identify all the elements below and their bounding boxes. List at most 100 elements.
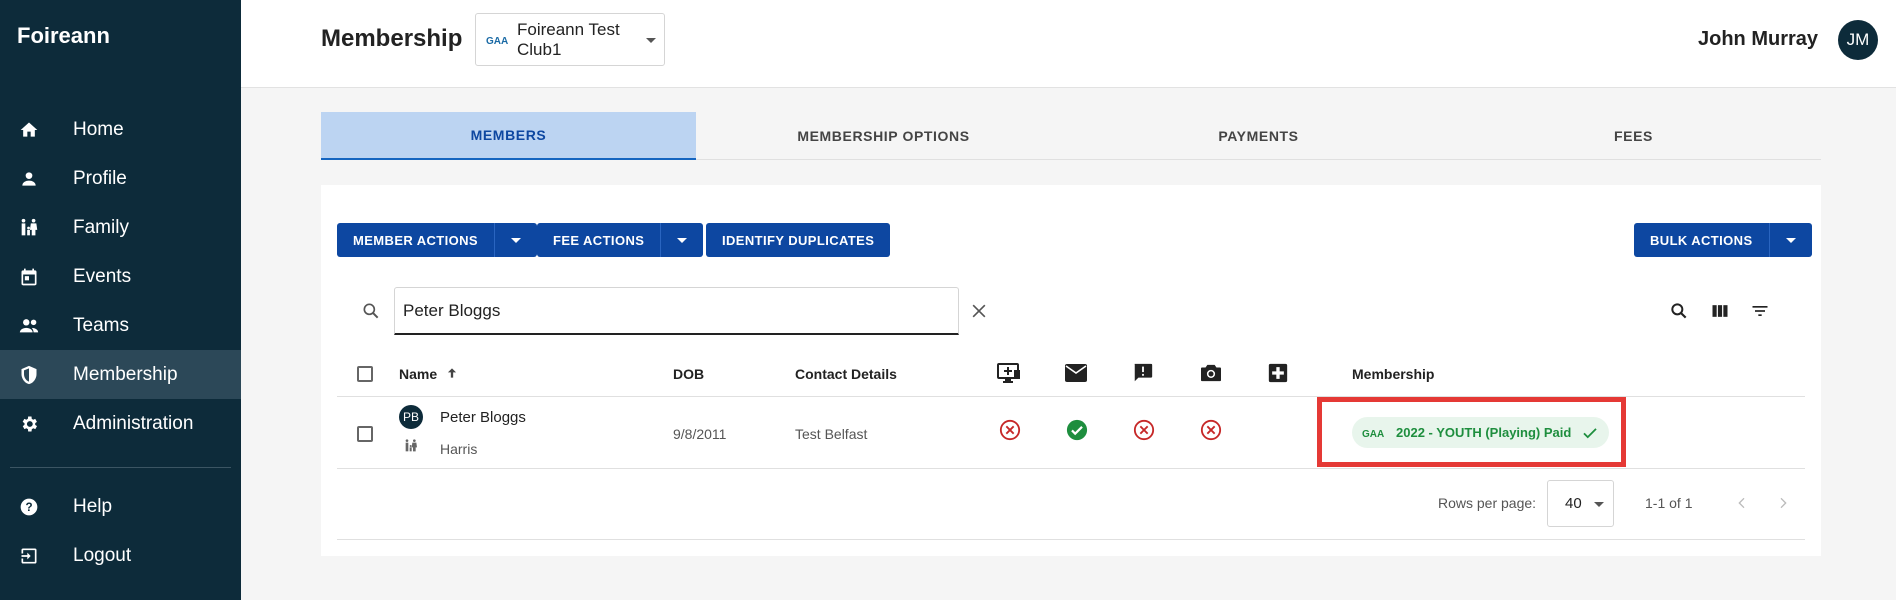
fee-actions-button-group: FEE ACTIONS [537, 223, 704, 257]
medical-icon [1266, 361, 1290, 385]
search-input[interactable] [394, 287, 959, 335]
chevron-down-icon [646, 38, 656, 43]
select-all-checkbox[interactable] [357, 366, 373, 382]
alert-message-icon [1131, 361, 1155, 385]
sidebar-nav: Home Profile Family Events Teams Members… [0, 105, 241, 448]
next-page-button[interactable] [1772, 492, 1794, 514]
help-icon: ? [18, 496, 40, 518]
club-select[interactable]: GAA Foireann Test Club1 [475, 13, 665, 66]
rows-per-page-label: Rows per page: [1438, 495, 1537, 511]
sidebar: Foireann Home Profile Family Events Team… [0, 0, 241, 600]
membership-chip[interactable]: GAA 2022 - YOUTH (Playing) Paid [1352, 417, 1610, 448]
rows-per-page-select[interactable]: 40 [1547, 480, 1614, 527]
filter-icon[interactable] [1750, 301, 1770, 326]
column-header-membership[interactable]: Membership [1352, 366, 1434, 382]
identify-duplicates-button-group: IDENTIFY DUPLICATES [706, 223, 891, 257]
column-header-contact[interactable]: Contact Details [795, 366, 897, 382]
email-icon [1064, 361, 1088, 385]
page-info: 1-1 of 1 [1645, 495, 1693, 511]
bulk-actions-button-group: BULK ACTIONS [1634, 223, 1812, 257]
cross-circle-icon [999, 419, 1021, 441]
gaa-logo-icon: GAA [1362, 427, 1384, 439]
avatar[interactable]: JM [1838, 20, 1878, 60]
sidebar-item-label: Membership [73, 363, 178, 385]
sidebar-item-help[interactable]: ? Help [0, 482, 241, 531]
home-icon [18, 119, 40, 141]
row-checkbox[interactable] [357, 426, 373, 442]
page-title: Membership [321, 25, 463, 52]
gear-icon [18, 413, 40, 435]
family-icon [403, 438, 419, 459]
sidebar-item-events[interactable]: Events [0, 252, 241, 301]
shield-icon [18, 364, 40, 386]
svg-text:GAA: GAA [1362, 429, 1384, 439]
tab-fees[interactable]: FEES [1446, 112, 1821, 160]
top-header: Membership GAA Foireann Test Club1 John … [241, 0, 1896, 88]
previous-page-button[interactable] [1731, 492, 1753, 514]
member-actions-dropdown[interactable] [494, 223, 537, 257]
avatar: PB [399, 405, 423, 429]
member-actions-button-group: MEMBER ACTIONS [337, 223, 538, 257]
family-icon [18, 217, 40, 239]
divider [337, 539, 1805, 540]
tab-payments[interactable]: PAYMENTS [1071, 112, 1446, 160]
column-header-label: Name [399, 366, 438, 382]
sidebar-item-profile[interactable]: Profile [0, 154, 241, 203]
calendar-icon [18, 266, 40, 288]
sidebar-item-label: Events [73, 265, 132, 287]
group-icon [18, 315, 40, 337]
sidebar-item-membership[interactable]: Membership [0, 350, 241, 399]
sidebar-item-label: Profile [73, 167, 127, 189]
cross-circle-icon [1133, 419, 1155, 441]
columns-icon[interactable] [1710, 301, 1730, 326]
tab-bar: MEMBERS MEMBERSHIP OPTIONS PAYMENTS FEES [321, 112, 1821, 160]
online-access-icon [997, 361, 1021, 385]
family-name: Harris [440, 441, 478, 457]
sidebar-item-home[interactable]: Home [0, 105, 241, 154]
sidebar-item-teams[interactable]: Teams [0, 301, 241, 350]
svg-text:?: ? [25, 501, 32, 514]
member-name[interactable]: Peter Bloggs [440, 409, 526, 426]
table-row[interactable]: PB Peter Bloggs Harris 9/8/2011 Test Bel… [337, 397, 1805, 469]
fee-actions-dropdown[interactable] [660, 223, 703, 257]
sidebar-bottom-nav: ? Help Logout [0, 482, 241, 580]
chevron-down-icon [511, 237, 522, 243]
close-icon[interactable] [969, 301, 989, 326]
check-circle-icon [1066, 419, 1088, 441]
members-card: MEMBER ACTIONS FEE ACTIONS IDENTIFY DUPL… [321, 185, 1821, 556]
sidebar-item-label: Teams [73, 314, 129, 336]
fee-actions-button[interactable]: FEE ACTIONS [537, 223, 660, 257]
club-name: Foireann Test Club1 [517, 19, 620, 59]
person-icon [18, 168, 40, 190]
identify-duplicates-button[interactable]: IDENTIFY DUPLICATES [706, 223, 890, 257]
sidebar-item-logout[interactable]: Logout [0, 531, 241, 580]
sidebar-item-label: Home [73, 118, 124, 140]
column-header-dob[interactable]: DOB [673, 366, 704, 382]
member-actions-button[interactable]: MEMBER ACTIONS [337, 223, 494, 257]
sidebar-item-label: Logout [73, 544, 132, 566]
camera-icon [1199, 361, 1223, 385]
arrow-up-icon [447, 368, 457, 378]
bulk-actions-dropdown[interactable] [1768, 223, 1812, 257]
member-contact: Test Belfast [795, 426, 868, 442]
cross-circle-icon [1200, 419, 1222, 441]
column-header-name[interactable]: Name [399, 366, 459, 382]
sidebar-item-family[interactable]: Family [0, 203, 241, 252]
search-icon[interactable] [1669, 301, 1689, 326]
brand-logo[interactable]: Foireann [17, 23, 110, 49]
sidebar-item-label: Family [73, 216, 129, 238]
member-dob: 9/8/2011 [673, 426, 727, 442]
table-header: Name DOB Contact Details Membership [337, 350, 1805, 397]
svg-text:GAA: GAA [486, 36, 508, 46]
chevron-left-icon [1738, 497, 1745, 509]
chevron-down-icon [677, 237, 688, 243]
logout-icon [18, 545, 40, 567]
tab-members[interactable]: MEMBERS [321, 112, 696, 160]
chevron-down-icon [1594, 502, 1604, 507]
bulk-actions-button[interactable]: BULK ACTIONS [1634, 223, 1769, 257]
sidebar-item-administration[interactable]: Administration [0, 399, 241, 448]
chevron-right-icon [1780, 497, 1787, 509]
tab-membership-options[interactable]: MEMBERSHIP OPTIONS [696, 112, 1071, 160]
user-name: John Murray [1698, 28, 1819, 50]
search-icon [361, 301, 381, 326]
